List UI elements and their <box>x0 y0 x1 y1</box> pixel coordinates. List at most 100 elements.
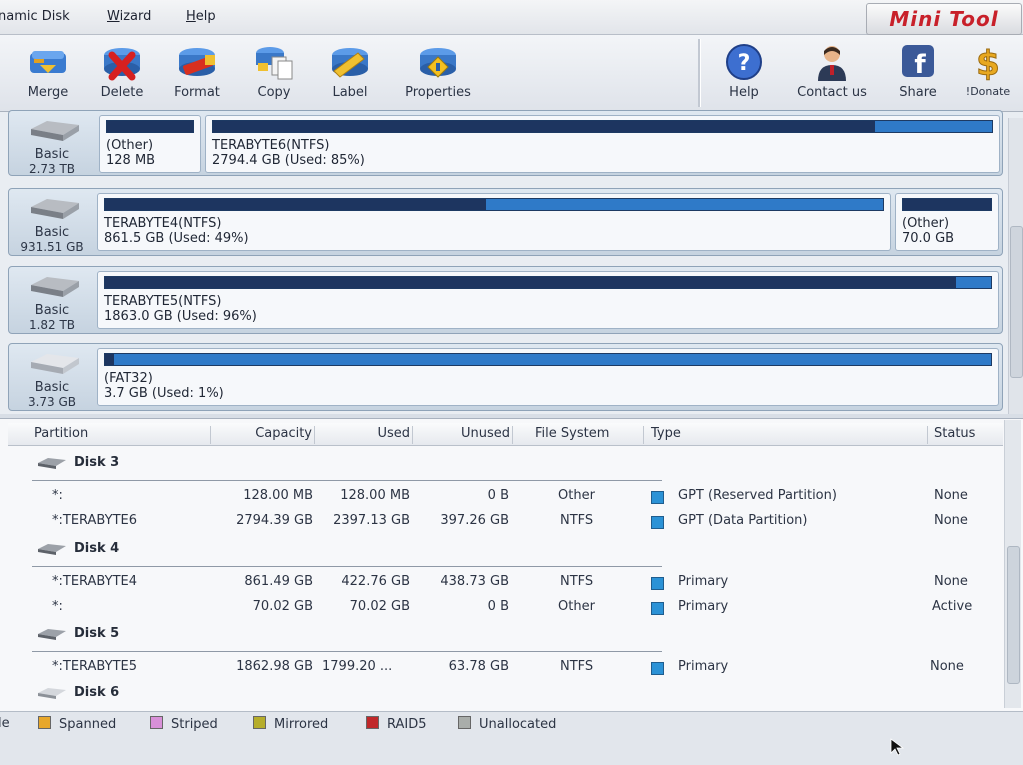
disk-group-header[interactable]: Disk 3 <box>36 455 119 470</box>
cell-partition: *:TERABYTE6 <box>52 513 138 528</box>
usage-bar <box>104 353 992 366</box>
hard-disk-icon <box>38 628 66 640</box>
partition-block[interactable]: (Other) 128 MB <box>99 115 201 173</box>
delete-button[interactable]: Delete <box>82 43 162 105</box>
partition-info: 1863.0 GB (Used: 96%) <box>104 309 257 324</box>
usage-bar <box>902 198 992 211</box>
cell-status: None <box>934 513 968 528</box>
partition-info: 3.7 GB (Used: 1%) <box>104 386 224 401</box>
legend-swatch <box>253 716 266 729</box>
cell-used: 2397.13 GB <box>333 513 410 528</box>
disk-map-row[interactable]: Basic 3.73 GB (FAT32) 3.7 GB (Used: 1%) <box>8 343 1003 411</box>
cell-used: 422.76 GB <box>341 574 410 589</box>
cell-unused: 397.26 GB <box>440 513 509 528</box>
disk-map: Basic 2.73 TB (Other) 128 MB TERABYTE6(N… <box>0 110 1023 414</box>
help-label: Help <box>729 85 759 100</box>
disk-map-row[interactable]: Basic 2.73 TB (Other) 128 MB TERABYTE6(N… <box>8 110 1003 176</box>
merge-button[interactable]: Merge <box>8 43 88 105</box>
label-button[interactable]: Label <box>310 43 390 105</box>
delete-label: Delete <box>100 85 144 100</box>
cell-type: Primary <box>678 599 729 614</box>
cell-used: 128.00 MB <box>340 488 410 503</box>
copy-button[interactable]: Copy <box>234 43 314 105</box>
menu-help[interactable]: Help <box>186 9 216 24</box>
donate-button[interactable]: $ !Donate <box>950 43 1023 105</box>
column-capacity[interactable]: Capacity <box>212 426 315 444</box>
partition-type-swatch <box>651 516 664 529</box>
partition-block[interactable]: TERABYTE6(NTFS) 2794.4 GB (Used: 85%) <box>205 115 1000 173</box>
contact-us-button[interactable]: Contact us <box>792 43 872 105</box>
share-label: Share <box>899 85 937 100</box>
table-row[interactable]: *:TERABYTE6 2794.39 GB 2397.13 GB 397.26… <box>8 510 1003 532</box>
cell-used: 1799.20 ... <box>322 659 393 674</box>
table-row[interactable]: *:TERABYTE5 1862.98 GB 1799.20 ... 63.78… <box>8 656 1003 678</box>
legend-bar: le Spanned Striped Mirrored RAID5 Unallo… <box>0 711 1023 765</box>
partition-info: 70.0 GB <box>902 231 955 246</box>
cell-status: None <box>934 488 968 503</box>
partition-block[interactable]: (Other) 70.0 GB <box>895 193 999 251</box>
legend-spanned: Spanned <box>38 716 116 732</box>
partition-name: (Other) <box>106 138 154 153</box>
table-scrollbar[interactable] <box>1004 420 1021 708</box>
cell-status: Active <box>932 599 973 614</box>
cell-unused: 438.73 GB <box>440 574 509 589</box>
partition-name: (Other) <box>902 216 950 231</box>
disk-map-row[interactable]: Basic 1.82 TB TERABYTE5(NTFS) 1863.0 GB … <box>8 266 1003 334</box>
cell-file-system: NTFS <box>560 659 594 674</box>
group-divider <box>32 480 662 481</box>
partition-name: TERABYTE4(NTFS) <box>104 216 222 231</box>
table-row[interactable]: *: 70.02 GB 70.02 GB 0 B Other Primary A… <box>8 596 1003 618</box>
scrollbar-thumb[interactable] <box>1007 546 1020 684</box>
scrollbar-thumb[interactable] <box>1010 226 1023 378</box>
group-divider <box>32 651 662 652</box>
column-file-system[interactable]: File System <box>535 426 644 444</box>
disk-info: Basic 2.73 TB <box>9 111 95 177</box>
usb-disk-icon <box>38 687 66 699</box>
usage-fill <box>903 199 991 210</box>
cell-partition: *:TERABYTE5 <box>52 659 138 674</box>
delete-icon <box>104 48 140 81</box>
disk-type: Basic <box>34 225 70 240</box>
merge-icon <box>30 51 66 73</box>
column-used[interactable]: Used <box>316 426 413 444</box>
disk-map-row[interactable]: Basic 931.51 GB TERABYTE4(NTFS) 861.5 GB… <box>8 188 1003 256</box>
usage-bar <box>104 276 992 289</box>
cell-capacity: 2794.39 GB <box>236 513 313 528</box>
partition-name: TERABYTE6(NTFS) <box>212 138 330 153</box>
column-status[interactable]: Status <box>934 426 996 444</box>
properties-button[interactable]: Properties <box>398 43 478 105</box>
format-button[interactable]: Format <box>157 43 237 105</box>
menu-wizard[interactable]: Wizard <box>107 9 151 24</box>
cell-status: None <box>930 659 964 674</box>
help-button[interactable]: ? Help <box>704 43 784 105</box>
format-label: Format <box>174 85 220 100</box>
partition-block[interactable]: TERABYTE5(NTFS) 1863.0 GB (Used: 96%) <box>97 271 999 329</box>
disk-info: Basic 3.73 GB <box>9 344 95 410</box>
disk-type: Basic <box>34 303 70 318</box>
disk-group-header[interactable]: Disk 4 <box>36 541 119 556</box>
cell-used: 70.02 GB <box>349 599 410 614</box>
legend-label: Unallocated <box>479 717 557 732</box>
partition-type-swatch <box>651 491 664 504</box>
legend-label: RAID5 <box>387 717 427 732</box>
share-button[interactable]: f Share <box>878 43 958 105</box>
disk-map-scrollbar[interactable] <box>1008 118 1023 414</box>
copy-label: Copy <box>257 85 291 100</box>
column-type[interactable]: Type <box>651 426 928 444</box>
partition-block[interactable]: TERABYTE4(NTFS) 861.5 GB (Used: 49%) <box>97 193 891 251</box>
column-partition[interactable]: Partition <box>34 426 211 444</box>
column-unused[interactable]: Unused <box>414 426 513 444</box>
menu-dynamic-disk[interactable]: namic Disk <box>0 9 70 24</box>
disk-group-header[interactable]: Disk 6 <box>36 685 119 700</box>
format-icon <box>179 48 215 76</box>
table-row[interactable]: *: 128.00 MB 128.00 MB 0 B Other GPT (Re… <box>8 485 1003 507</box>
disk-info: Basic 1.82 TB <box>9 267 95 333</box>
group-divider <box>32 566 662 567</box>
menu-help-rest: elp <box>195 9 216 24</box>
legend-prefix: le <box>0 716 10 731</box>
partition-info: 2794.4 GB (Used: 85%) <box>212 153 365 168</box>
usage-fill <box>105 354 114 365</box>
table-row[interactable]: *:TERABYTE4 861.49 GB 422.76 GB 438.73 G… <box>8 571 1003 593</box>
disk-group-header[interactable]: Disk 5 <box>36 626 119 641</box>
partition-block[interactable]: (FAT32) 3.7 GB (Used: 1%) <box>97 348 999 406</box>
